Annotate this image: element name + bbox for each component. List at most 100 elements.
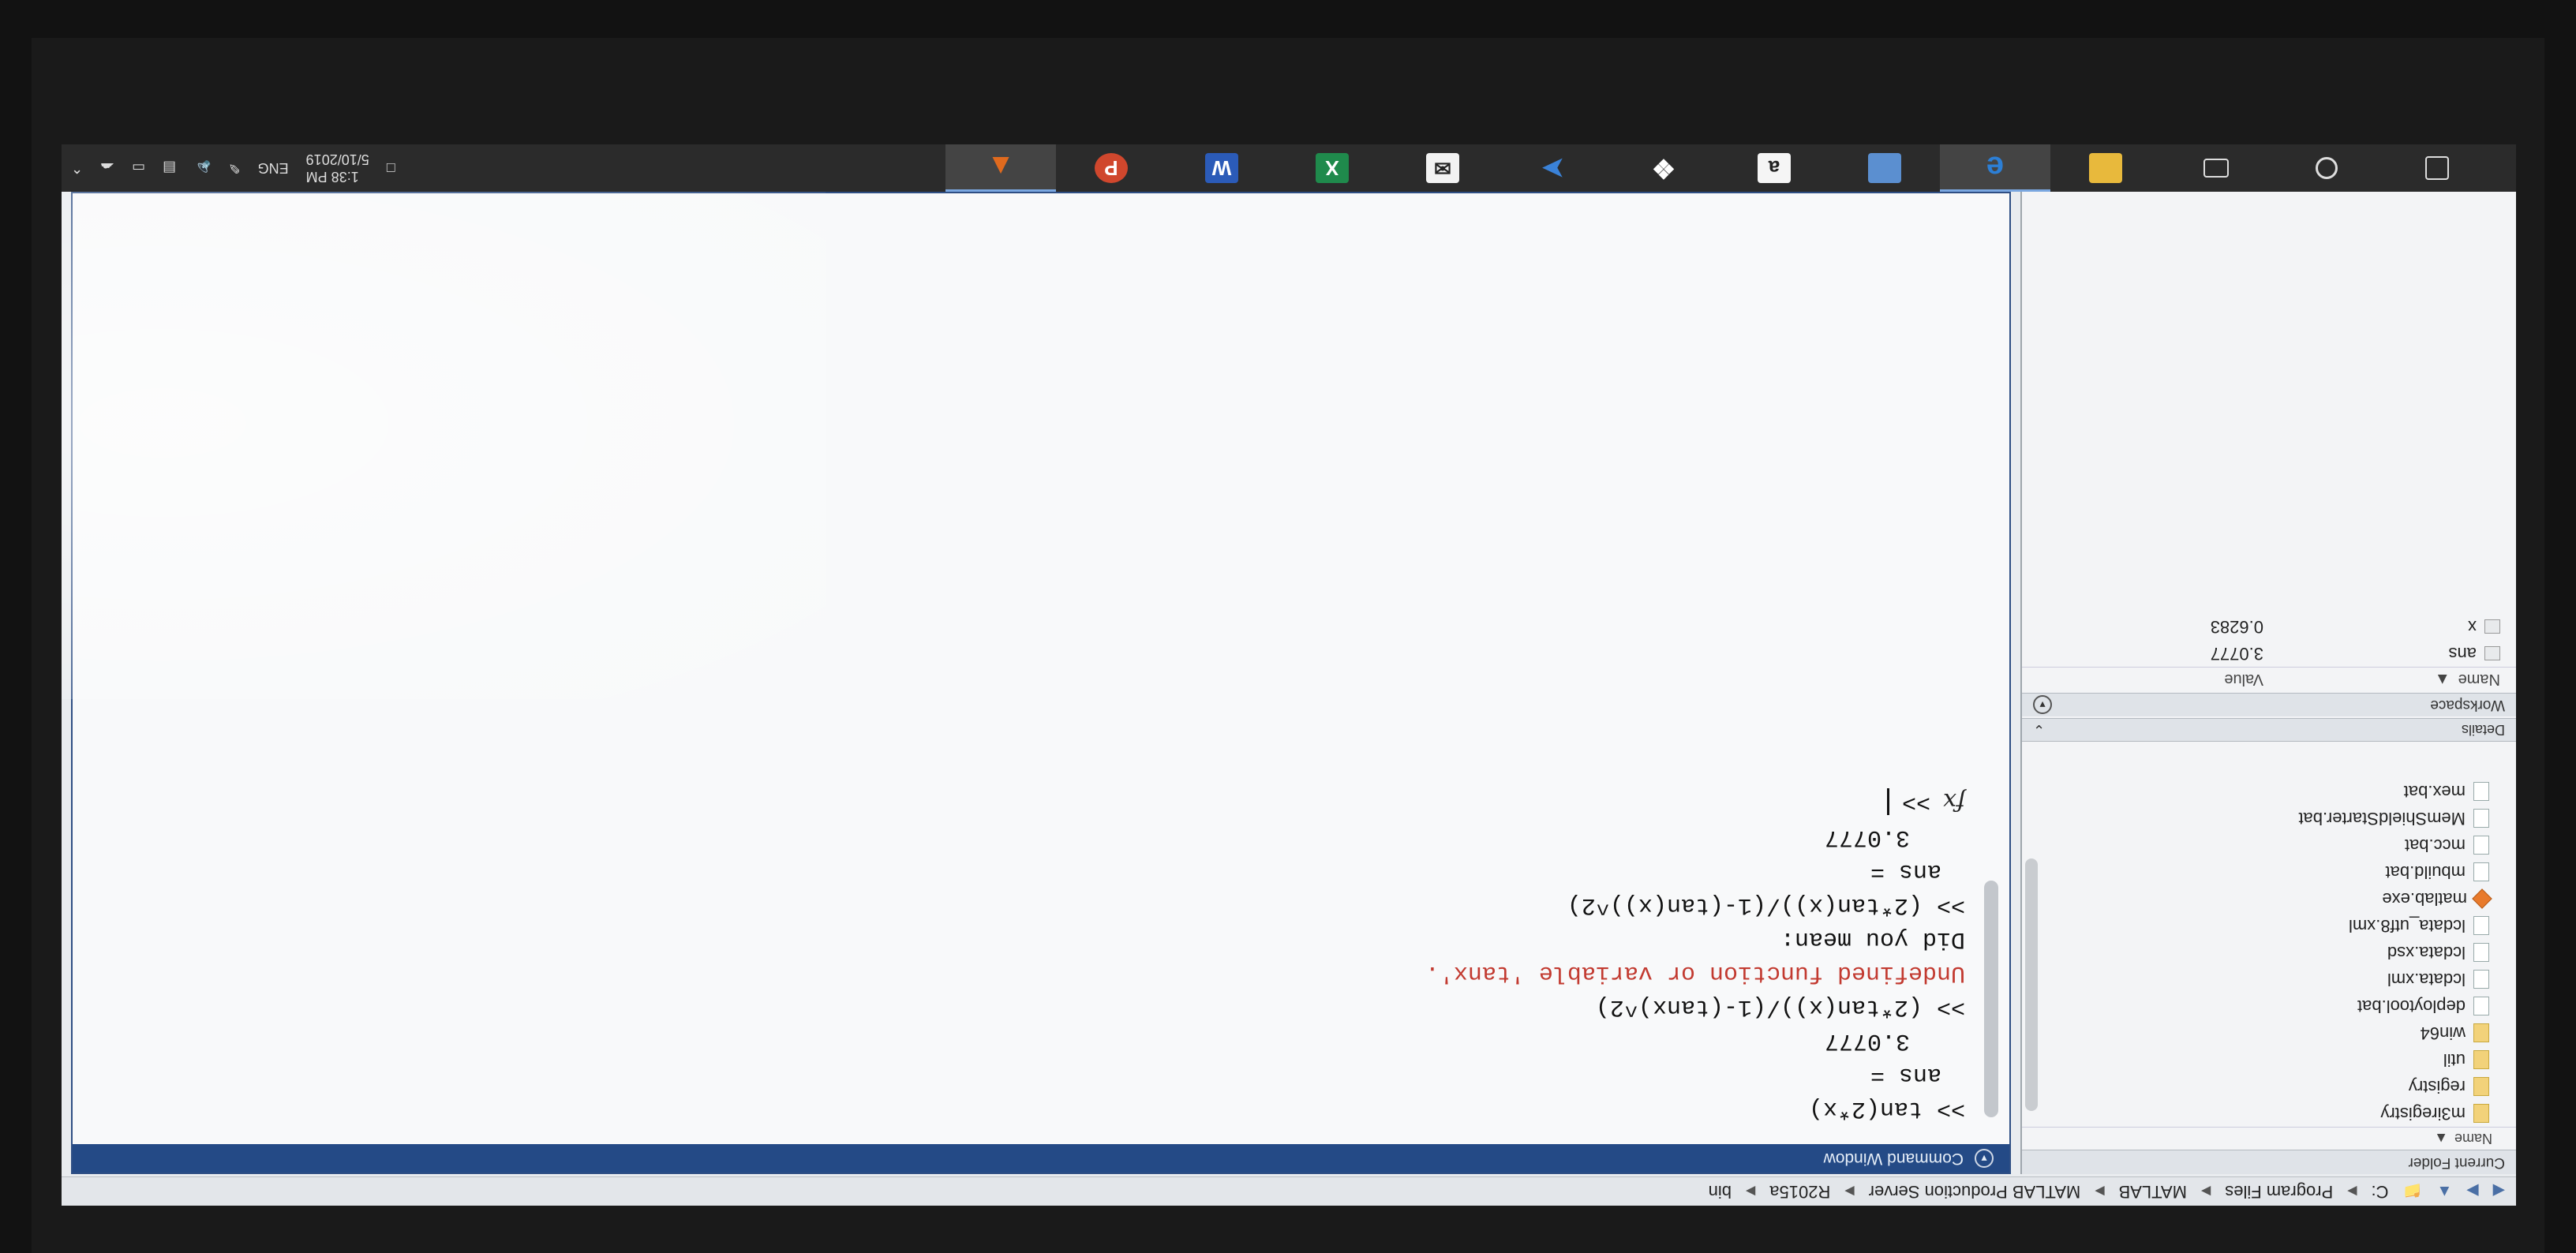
- pen-icon[interactable]: ✎: [229, 160, 241, 177]
- file-name: mcc.bat: [2404, 836, 2466, 855]
- workspace-row[interactable]: x 0.6283: [2022, 613, 2516, 640]
- cmd-line: ans =: [1870, 858, 1941, 885]
- sort-asc-icon: ▲: [2434, 671, 2451, 689]
- function-browser-icon[interactable]: fx: [1943, 788, 1965, 816]
- breadcrumb-program-files[interactable]: Program Files: [2225, 1181, 2333, 1202]
- ws-col-name[interactable]: Name ▲: [2263, 671, 2516, 689]
- file-item[interactable]: matlab.exe: [2022, 885, 2516, 912]
- edge-icon: e: [1986, 150, 2005, 185]
- current-folder-column-name[interactable]: Name ▲: [2022, 1127, 2516, 1150]
- command-window-actions-icon[interactable]: ▼: [1975, 1149, 1994, 1168]
- breadcrumb-sep-icon: ▶: [2347, 1184, 2357, 1198]
- file-item[interactable]: lcdata.xsd: [2022, 939, 2516, 966]
- details-bar[interactable]: Details ⌄: [2022, 718, 2516, 742]
- chevron-down-icon[interactable]: ⌄: [2033, 722, 2045, 739]
- start-icon: [2425, 156, 2449, 180]
- word-icon: W: [1205, 153, 1238, 183]
- file-item[interactable]: deploytool.bat: [2022, 993, 2516, 1019]
- clock[interactable]: 1:38 PM 5/10/2019: [306, 151, 369, 185]
- taskbar: e a ❖ ➤ ✉ X W P ▲ □ 1:38 PM 5/10/2019 EN…: [62, 144, 2516, 192]
- file-item[interactable]: win64: [2022, 1019, 2516, 1046]
- command-window[interactable]: ▼ Command Window >> tan(2*x) ans = 3.077…: [62, 147, 2011, 1174]
- store-button[interactable]: [1829, 144, 1940, 192]
- browse-folder-icon[interactable]: 📁: [2403, 1182, 2423, 1202]
- file-item[interactable]: registry: [2022, 1073, 2516, 1100]
- folder-icon: [2473, 1077, 2489, 1096]
- file-icon: [2473, 916, 2489, 935]
- address-bar[interactable]: ◀ ▶ ▲ 📁 C: ▶ Program Files ▶ MATLAB ▶ MA…: [62, 1176, 2516, 1206]
- search-button[interactable]: [2271, 144, 2382, 192]
- clock-time: 1:38 PM: [305, 169, 359, 185]
- file-icon: [2473, 970, 2489, 989]
- workspace-header: Name ▲ Value: [2022, 667, 2516, 691]
- file-item[interactable]: mex.bat: [2022, 778, 2516, 805]
- start-button[interactable]: [2382, 144, 2492, 192]
- file-item[interactable]: mcc.bat: [2022, 832, 2516, 858]
- mail-icon: ✉: [1426, 153, 1459, 183]
- file-icon: [2473, 862, 2489, 881]
- matlab-button[interactable]: ▲: [945, 144, 1056, 192]
- matlab-icon: ▲: [987, 151, 1015, 184]
- mail-button[interactable]: ✉: [1387, 144, 1498, 192]
- battery-icon[interactable]: ▭: [132, 160, 145, 177]
- network-icon[interactable]: ▤: [163, 160, 176, 177]
- amazon-button[interactable]: a: [1719, 144, 1829, 192]
- edge-button[interactable]: e: [1940, 144, 2050, 192]
- chevron-up-icon[interactable]: ⌃: [71, 160, 83, 177]
- file-name: MemShieldStarter.bat: [2298, 809, 2466, 828]
- cmd-error-line: Undefined function or variable 'tanx'.: [1425, 959, 1965, 986]
- notifications-icon[interactable]: □: [387, 160, 395, 177]
- file-item[interactable]: util: [2022, 1046, 2516, 1073]
- powerpoint-button[interactable]: P: [1056, 144, 1166, 192]
- cmd-suggestion-line[interactable]: >> (2*tan(x))/(1-(tan(x))^2): [88, 888, 1965, 922]
- file-explorer-button[interactable]: [2050, 144, 2161, 192]
- file-list-scrollbar[interactable]: [2025, 858, 2038, 1111]
- workspace-row[interactable]: ans 3.0777: [2022, 640, 2516, 667]
- file-icon: [2473, 836, 2489, 855]
- file-item[interactable]: m3iregistry: [2022, 1100, 2516, 1127]
- workspace-actions-icon[interactable]: ▼: [2033, 695, 2052, 715]
- cmd-line: 3.0777: [1824, 824, 1910, 851]
- excel-button[interactable]: X: [1277, 144, 1387, 192]
- command-window-scrollbar[interactable]: [1984, 881, 1998, 1117]
- file-name: util: [2443, 1050, 2466, 1070]
- file-name: matlab.exe: [2382, 889, 2467, 909]
- breadcrumb-sep-icon: ▶: [1745, 1184, 1756, 1198]
- breadcrumb-sep-icon: ▶: [1844, 1184, 1855, 1198]
- command-prompt[interactable]: fx >>: [88, 784, 1965, 820]
- onedrive-icon[interactable]: ☁: [100, 160, 114, 177]
- file-icon: [2473, 782, 2489, 801]
- file-name: lcdata_utf8.xml: [2349, 916, 2466, 936]
- file-item[interactable]: mbuild.bat: [2022, 858, 2516, 885]
- dropbox-button[interactable]: ❖: [1608, 144, 1719, 192]
- visual-studio-icon: ➤: [1541, 153, 1565, 183]
- breadcrumb-release[interactable]: R2015a: [1769, 1181, 1830, 1202]
- back-icon[interactable]: ◀: [2493, 1182, 2505, 1202]
- visual-studio-button[interactable]: ➤: [1498, 144, 1608, 192]
- clock-date: 5/10/2019: [305, 151, 369, 167]
- variable-name: ans: [2448, 644, 2477, 664]
- task-view-button[interactable]: [2161, 144, 2271, 192]
- breadcrumb-production-server[interactable]: MATLAB Production Server: [1869, 1181, 2081, 1202]
- matlab-desktop: ◀ ▶ ▲ 📁 C: ▶ Program Files ▶ MATLAB ▶ MA…: [62, 144, 2516, 1206]
- breadcrumb-drive[interactable]: C:: [2372, 1181, 2389, 1202]
- language-indicator[interactable]: ENG: [258, 160, 289, 177]
- up-folder-icon[interactable]: ▲: [2436, 1183, 2452, 1201]
- word-button[interactable]: W: [1166, 144, 1277, 192]
- current-folder-title: Current Folder: [2022, 1150, 2516, 1174]
- variable-icon: [2484, 619, 2500, 634]
- cmd-line: Did you mean:: [1780, 926, 1965, 952]
- cmd-line: >> tan(2*x): [1808, 1095, 1965, 1122]
- breadcrumb-matlab[interactable]: MATLAB: [2119, 1181, 2187, 1202]
- sort-asc-icon: ▲: [2434, 1131, 2448, 1147]
- ws-col-value[interactable]: Value: [2022, 671, 2263, 689]
- file-item[interactable]: MemShieldStarter.bat: [2022, 805, 2516, 832]
- left-panel: Current Folder Name ▲ m3iregistry regist…: [2020, 192, 2516, 1174]
- file-item[interactable]: lcdata_utf8.xml: [2022, 912, 2516, 939]
- folder-icon: [2473, 1023, 2489, 1042]
- forward-icon[interactable]: ▶: [2466, 1182, 2478, 1202]
- file-item[interactable]: lcdata.xml: [2022, 966, 2516, 993]
- breadcrumb-bin[interactable]: bin: [1709, 1181, 1732, 1202]
- column-name-label: Name: [2454, 1131, 2492, 1147]
- volume-icon[interactable]: 🔈: [193, 160, 211, 177]
